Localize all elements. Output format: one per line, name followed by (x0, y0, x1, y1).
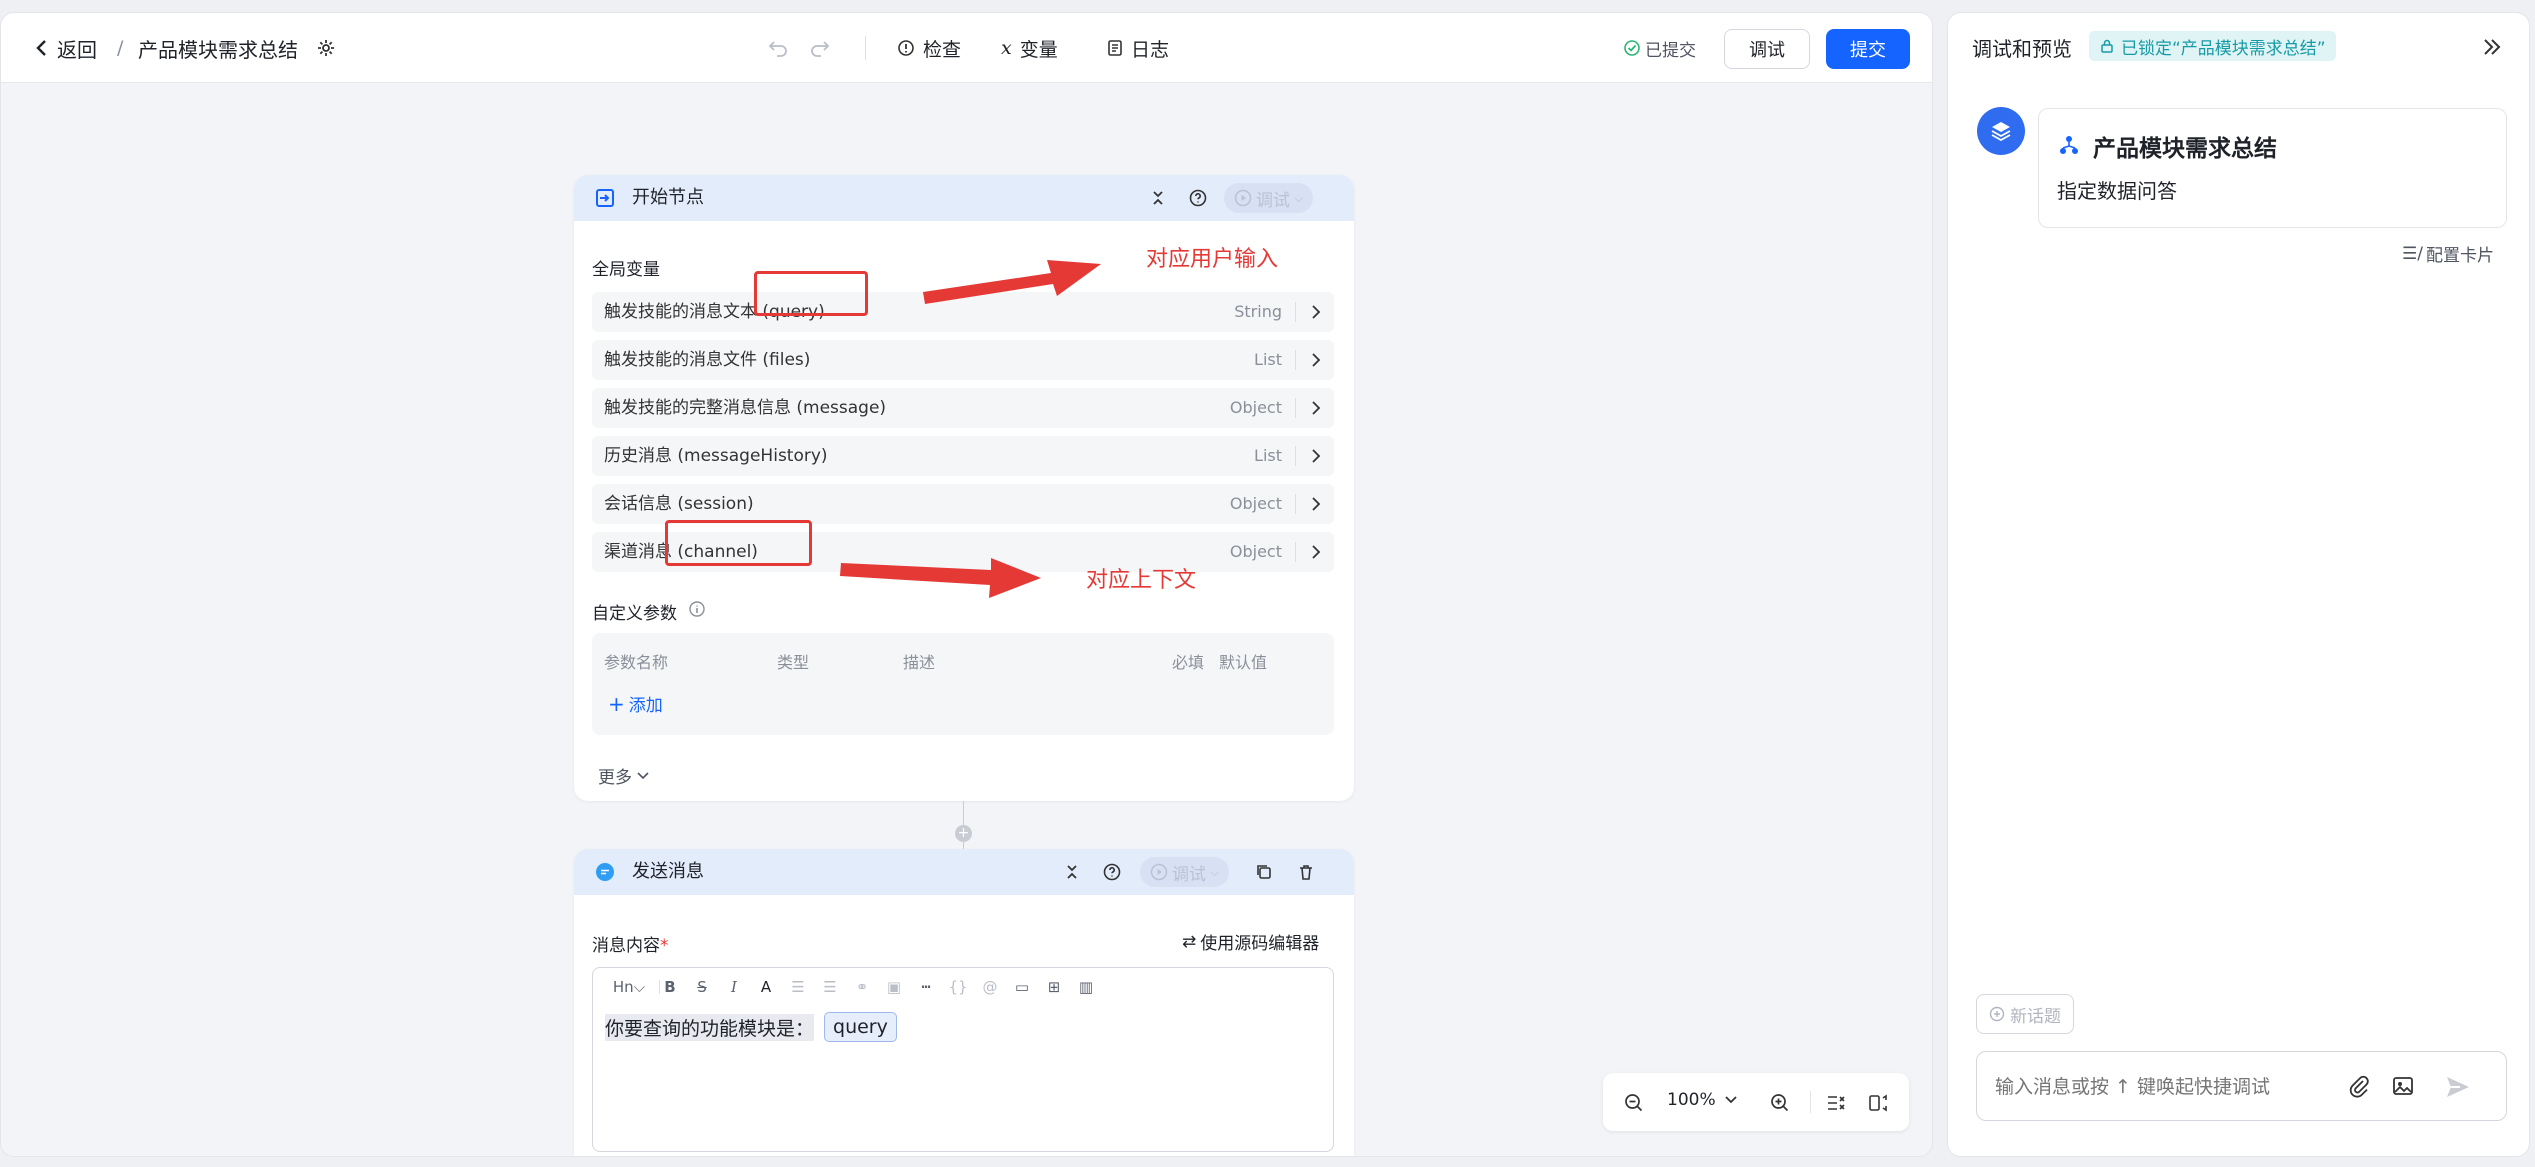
send-icon[interactable] (2444, 1073, 2472, 1101)
new-topic-button[interactable]: 新话题 (1976, 994, 2074, 1034)
zoom-out-icon[interactable] (1623, 1092, 1645, 1114)
config-card-label: 配置卡片 (2425, 246, 2494, 266)
chevron-down-icon (1724, 1096, 1737, 1104)
divider (1810, 1091, 1811, 1113)
zoom-in-icon[interactable] (1769, 1092, 1791, 1114)
config-icon: ☰/ (2402, 243, 2423, 264)
collapse-panel-icon[interactable] (2480, 35, 2504, 59)
annotation-user-input: 对应用户输入 (1146, 247, 1279, 272)
preview-card-title: 产品模块需求总结 (2093, 136, 2277, 162)
bot-avatar (1977, 107, 2025, 155)
workflow-editor-panel: 返回 / 产品模块需求总结 检查 𝑥 变量 日志 已提交 调试 提交 开始节点 … (0, 12, 1933, 1157)
config-card-link[interactable]: ☰/ 配置卡片 (2402, 241, 2494, 267)
arrow-user-input (923, 260, 1101, 304)
workflow-icon (2060, 136, 2078, 154)
annotation-arrows (840, 260, 1101, 598)
preview-card[interactable]: 产品模块需求总结 指定数据问答 (2038, 108, 2507, 228)
locked-badge: 已锁定“产品模块需求总结” (2089, 31, 2336, 61)
side-panel-title: 调试和预览 (1972, 37, 2072, 61)
annotation-context: 对应上下文 (1086, 568, 1197, 593)
lock-icon (2101, 39, 2113, 53)
zoom-controls: 100% (1603, 1073, 1909, 1131)
fit-view-icon[interactable] (1867, 1092, 1889, 1114)
image-upload-icon[interactable] (2391, 1074, 2415, 1098)
preview-card-subtitle: 指定数据问答 (2057, 179, 2177, 203)
new-topic-label: 新话题 (2010, 1006, 2061, 1027)
zoom-level: 100% (1667, 1090, 1716, 1110)
debug-preview-panel: 调试和预览 已锁定“产品模块需求总结” 产品模块需求总结 指定数据问答 ☰/ 配… (1947, 12, 2530, 1157)
plus-circle-icon (1989, 1006, 2005, 1022)
zoom-level-dropdown[interactable]: 100% (1667, 1090, 1738, 1110)
arrow-context (840, 558, 1041, 598)
locked-badge-label: 已锁定“产品模块需求总结” (2121, 38, 2326, 59)
auto-layout-icon[interactable] (1825, 1092, 1847, 1114)
attachment-icon[interactable] (2347, 1074, 2371, 1098)
chat-input-box[interactable] (1976, 1051, 2507, 1121)
layers-icon (1991, 122, 2011, 142)
chat-input[interactable] (1995, 1072, 2325, 1102)
